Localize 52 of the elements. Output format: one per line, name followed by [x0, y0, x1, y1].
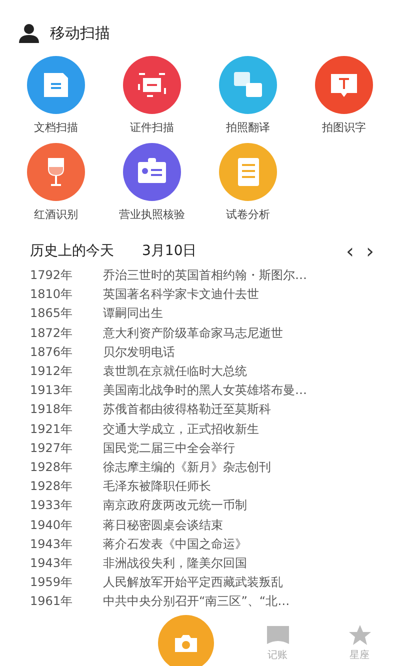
- event-year: 1943年: [30, 536, 74, 553]
- event-text: 南京政府废两改元统一币制: [103, 497, 247, 514]
- tool-button[interactable]: 红酒识别: [8, 143, 104, 222]
- event-year: 1928年: [30, 458, 74, 476]
- event-text: 人民解放军开始平定西藏武装叛乱: [103, 574, 283, 592]
- event-text: 非洲战役失利，隆美尔回国: [103, 554, 247, 572]
- event-year: 1912年: [30, 363, 74, 380]
- event-text: 美国南北战争时的黑人女英雄塔布曼…: [103, 382, 307, 400]
- tool-button[interactable]: 拍照翻译: [200, 56, 296, 135]
- event-year: 1961年: [30, 593, 74, 610]
- event-text: 英国著名科学家卡文迪什去世: [103, 286, 259, 304]
- event-year: 1810年: [30, 286, 74, 304]
- star-icon: [348, 624, 372, 646]
- previous-button[interactable]: ‹: [340, 242, 360, 260]
- event-year: 1918年: [30, 401, 74, 418]
- tool-button[interactable]: 试卷分析: [200, 143, 296, 222]
- event-text: 毛泽东被降职任师长: [103, 478, 211, 496]
- event-year: 1872年: [30, 324, 74, 342]
- event-text: 意大利资产阶级革命家马志尼逝世: [103, 324, 283, 342]
- event-text: 乔治三世时的英国首相约翰・斯图尔…: [103, 267, 307, 284]
- tool-button[interactable]: 文档扫描: [8, 56, 104, 135]
- event-year: 1876年: [30, 344, 74, 361]
- event-year: 1921年: [30, 420, 74, 438]
- event-text: 贝尔发明电话: [103, 344, 175, 361]
- event-text: 交通大学成立，正式招收新生: [103, 420, 259, 438]
- event-text: 中共中央分别召开“南三区”、“北…: [103, 593, 290, 610]
- event-year: 1928年: [30, 478, 74, 496]
- event-text: 袁世凯在京就任临时大总统: [103, 363, 247, 380]
- event-text: 蒋日秘密圆桌会谈结束: [103, 516, 223, 534]
- event-year: 1927年: [30, 440, 74, 457]
- history-title: 历史上的今天: [30, 242, 114, 260]
- event-year: 1792年: [30, 267, 74, 284]
- event-year: 1913年: [30, 382, 74, 400]
- event-year: 1959年: [30, 574, 74, 592]
- history-date: 3月10日: [142, 242, 197, 260]
- tool-button[interactable]: 拍图识字: [296, 56, 392, 135]
- person-icon: [18, 23, 40, 43]
- event-year: 1943年: [30, 554, 74, 572]
- section-title: 移动扫描: [50, 24, 110, 42]
- event-year: 1940年: [30, 516, 74, 534]
- tool-button[interactable]: 营业执照核验: [104, 143, 200, 222]
- event-text: 国民党二届三中全会举行: [103, 440, 235, 457]
- event-text: 谭嗣同出生: [103, 305, 163, 322]
- camera-icon: [172, 633, 198, 654]
- next-button[interactable]: ›: [360, 242, 380, 260]
- tool-button[interactable]: 证件扫描: [104, 56, 200, 135]
- event-year: 1865年: [30, 305, 74, 322]
- event-text: 蒋介石发表《中国之命运》: [103, 536, 247, 553]
- event-text: 徐志摩主编的《新月》杂志创刊: [103, 458, 271, 476]
- event-year: 1933年: [30, 497, 74, 514]
- event-text: 苏俄首都由彼得格勒迁至莫斯科: [103, 401, 271, 418]
- book-icon: [264, 624, 290, 646]
